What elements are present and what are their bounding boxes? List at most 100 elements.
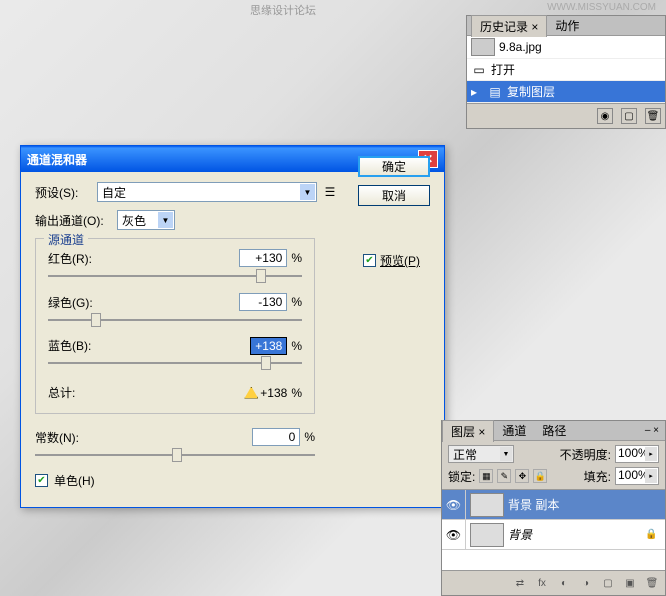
- constant-label: 常数(N):: [35, 429, 79, 446]
- tab-history[interactable]: 历史记录 ×: [471, 15, 547, 37]
- lock-icons: ▦ ✎ ✥ 🔒: [479, 469, 547, 483]
- trash-icon[interactable]: 🗑: [645, 108, 661, 124]
- history-step-label: 复制图层: [507, 83, 555, 100]
- tab-layers[interactable]: 图层 ×: [442, 420, 494, 442]
- history-footer: ◉ ▢ 🗑: [467, 103, 665, 128]
- lock-transparent-icon[interactable]: ▦: [479, 469, 493, 483]
- red-input[interactable]: [239, 249, 287, 267]
- opacity-input[interactable]: 100%▸: [615, 445, 659, 463]
- preset-menu-icon[interactable]: ☰: [323, 185, 337, 199]
- slider-thumb[interactable]: [91, 313, 101, 327]
- preview-checkbox[interactable]: ✔: [363, 254, 376, 267]
- red-slider[interactable]: [48, 269, 302, 283]
- layers-options: 正常 ▼ 不透明度: 100%▸ 锁定: ▦ ✎ ✥ 🔒 填充: 100%▸: [442, 441, 665, 490]
- new-layer-icon[interactable]: ▣: [621, 575, 639, 591]
- fx-icon[interactable]: fx: [533, 575, 551, 591]
- layer-thumb: [470, 523, 504, 547]
- total-label: 总计:: [48, 384, 75, 401]
- lock-all-icon[interactable]: 🔒: [533, 469, 547, 483]
- adjustment-icon[interactable]: ◑: [577, 575, 595, 591]
- slider-thumb[interactable]: [172, 448, 182, 462]
- red-row: 红色(R): %: [48, 249, 302, 283]
- layer-name: 背景 副本: [508, 496, 665, 513]
- history-file-row[interactable]: 9.8a.jpg: [467, 36, 665, 59]
- group-icon[interactable]: ▢: [599, 575, 617, 591]
- layers-panel: 图层 × 通道 路径 – × 正常 ▼ 不透明度: 100%▸ 锁定: ▦ ✎ ✥…: [441, 420, 666, 596]
- blend-mode-select[interactable]: 正常 ▼: [448, 445, 514, 463]
- preview-label: 预览(P): [380, 252, 420, 269]
- tab-channels[interactable]: 通道: [494, 420, 534, 441]
- chevron-down-icon: ▼: [158, 212, 173, 228]
- open-icon: ▭: [471, 62, 487, 78]
- output-label: 输出通道(O):: [35, 212, 111, 229]
- blue-label: 蓝色(B):: [48, 337, 91, 354]
- green-slider[interactable]: [48, 313, 302, 327]
- output-value: 灰色: [122, 214, 146, 228]
- preset-value: 自定: [102, 186, 126, 200]
- layer-item[interactable]: 👁 背景 🔒: [442, 520, 665, 550]
- fill-input[interactable]: 100%▸: [615, 467, 659, 485]
- history-filename: 9.8a.jpg: [499, 40, 542, 54]
- layer-list: 👁 背景 副本 👁 背景 🔒: [442, 490, 665, 570]
- lock-label: 锁定:: [448, 468, 475, 485]
- blue-slider[interactable]: [48, 356, 302, 370]
- layer-name: 背景: [508, 526, 645, 543]
- preset-label: 预设(S):: [35, 184, 91, 201]
- brush-pointer-icon: ▸: [471, 85, 483, 99]
- fill-label: 填充:: [584, 468, 611, 485]
- history-panel: 历史记录 × 动作 9.8a.jpg ▭ 打开 ▸ ▤ 复制图层 ◉ ▢ 🗑: [466, 15, 666, 129]
- mono-row: ✔ 单色(H): [35, 472, 430, 489]
- new-doc-icon[interactable]: ▢: [621, 108, 637, 124]
- visibility-icon[interactable]: 👁: [442, 520, 466, 549]
- history-step-open[interactable]: ▭ 打开: [467, 59, 665, 81]
- constant-slider[interactable]: [35, 448, 315, 462]
- chevron-down-icon: ▼: [500, 447, 512, 461]
- green-label: 绿色(G):: [48, 294, 93, 311]
- chevron-right-icon: ▸: [645, 447, 657, 461]
- layer-icon: ▤: [487, 84, 503, 100]
- panel-close-icon[interactable]: – ×: [639, 425, 665, 436]
- constant-input[interactable]: [252, 428, 300, 446]
- tab-actions[interactable]: 动作: [547, 15, 587, 36]
- preset-select[interactable]: 自定 ▼: [97, 182, 317, 202]
- layer-thumb: [470, 493, 504, 517]
- snapshot-icon[interactable]: ◉: [597, 108, 613, 124]
- mono-label: 单色(H): [54, 472, 95, 489]
- cancel-button[interactable]: 取消: [358, 185, 430, 206]
- output-row: 输出通道(O): 灰色 ▼: [35, 210, 430, 230]
- blue-row: 蓝色(B): +138%: [48, 337, 302, 370]
- mask-icon[interactable]: ◐: [555, 575, 573, 591]
- visibility-icon[interactable]: 👁: [442, 490, 466, 519]
- link-icon[interactable]: ⇄: [511, 575, 529, 591]
- blend-mode-value: 正常: [453, 448, 477, 462]
- dialog-title: 通道混和器: [27, 151, 87, 168]
- output-select[interactable]: 灰色 ▼: [117, 210, 175, 230]
- dialog-body: 确定 取消 ✔ 预览(P) 预设(S): 自定 ▼ ☰ 输出通道(O): 灰色 …: [21, 172, 444, 507]
- trash-icon[interactable]: 🗑: [643, 575, 661, 591]
- fieldset-legend: 源通道: [44, 231, 88, 248]
- green-row: 绿色(G): %: [48, 293, 302, 327]
- pct-label: %: [291, 295, 302, 309]
- ok-button[interactable]: 确定: [358, 156, 430, 177]
- layer-item[interactable]: 👁 背景 副本: [442, 490, 665, 520]
- mono-checkbox[interactable]: ✔: [35, 474, 48, 487]
- total-value: +138: [260, 386, 287, 400]
- constant-row: 常数(N): %: [35, 428, 315, 462]
- pct-label: %: [304, 430, 315, 444]
- slider-thumb[interactable]: [261, 356, 271, 370]
- history-step-duplicate[interactable]: ▸ ▤ 复制图层: [467, 81, 665, 103]
- history-thumb: [471, 38, 495, 56]
- total-value-wrap: +138 %: [244, 384, 302, 401]
- opacity-label: 不透明度:: [560, 446, 611, 463]
- lock-move-icon[interactable]: ✥: [515, 469, 529, 483]
- pct-label: %: [291, 386, 302, 400]
- red-label: 红色(R):: [48, 250, 92, 267]
- blue-input[interactable]: +138: [250, 337, 287, 355]
- slider-thumb[interactable]: [256, 269, 266, 283]
- lock-icon: 🔒: [645, 529, 665, 540]
- warning-icon: [244, 387, 258, 399]
- source-channels-fieldset: 源通道 红色(R): % 绿色(G): % 蓝色(B): +138%: [35, 238, 315, 414]
- tab-paths[interactable]: 路径: [534, 420, 574, 441]
- lock-brush-icon[interactable]: ✎: [497, 469, 511, 483]
- green-input[interactable]: [239, 293, 287, 311]
